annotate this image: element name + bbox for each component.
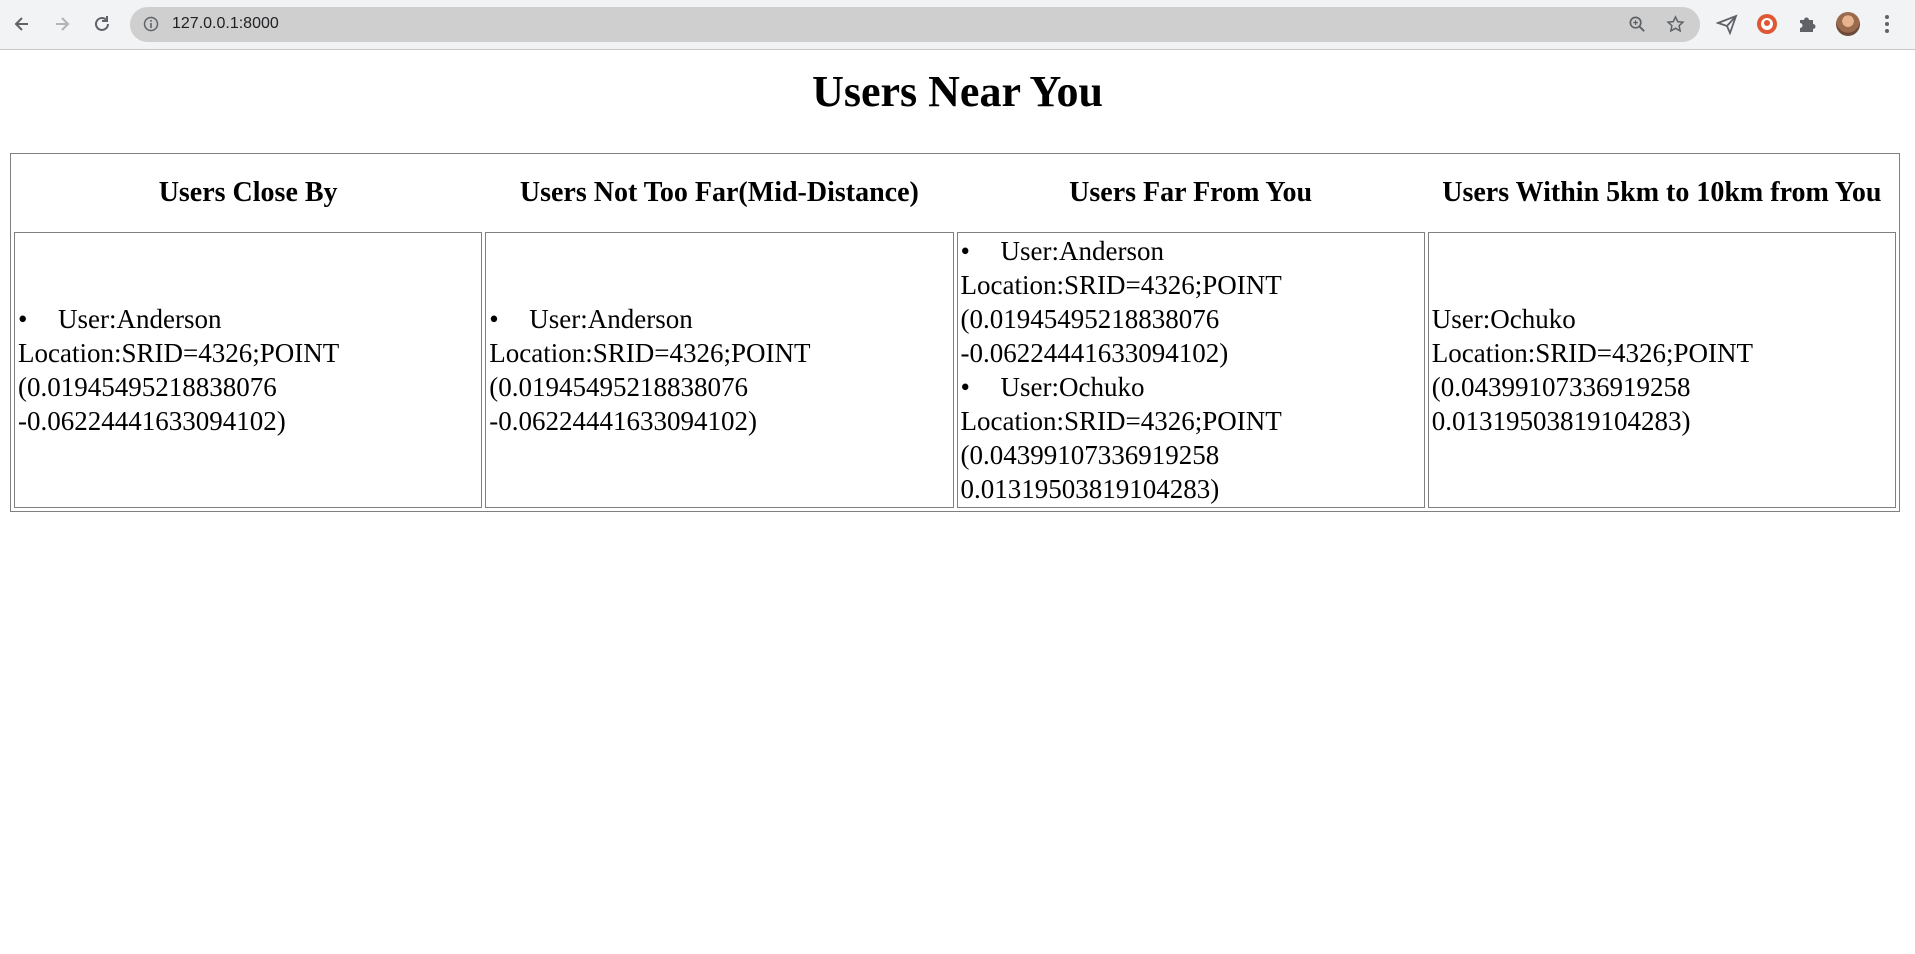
- user-name: User:Anderson: [58, 304, 222, 334]
- user-coord-lat: (0.01945495218838076: [18, 372, 277, 402]
- user-coord-lon: 0.01319503819104283): [1431, 406, 1691, 436]
- list-item: • User:Anderson Location:SRID=4326;POINT …: [489, 302, 949, 438]
- table-row: • User:Anderson Location:SRID=4326;POINT …: [14, 232, 1896, 508]
- cell-5km-10km: User:Ochuko Location:SRID=4326;POINT (0.…: [1427, 232, 1896, 508]
- user-coord-lat: (0.01945495218838076: [489, 372, 748, 402]
- user-location: Location:SRID=4326;POINT: [960, 270, 1282, 300]
- user-list: • User:Anderson Location:SRID=4326;POINT …: [961, 234, 1421, 506]
- bullet-icon: •: [18, 304, 28, 334]
- bookmark-star-icon[interactable]: [1666, 15, 1685, 34]
- send-icon[interactable]: [1716, 13, 1738, 35]
- bullet-icon: •: [960, 372, 970, 402]
- header-mid-distance: Users Not Too Far(Mid-Distance): [519, 177, 919, 208]
- forward-button[interactable]: [47, 9, 77, 39]
- reload-button[interactable]: [87, 9, 117, 39]
- bullet-icon: •: [960, 236, 970, 266]
- user-coord-lon: -0.06224441633094102): [960, 338, 1229, 368]
- cell-close-by: • User:Anderson Location:SRID=4326;POINT …: [14, 232, 483, 508]
- user-list: • User:Anderson Location:SRID=4326;POINT …: [18, 302, 478, 438]
- bullet-icon: •: [489, 304, 499, 334]
- header-5km-10km: Users Within 5km to 10km from You: [1442, 177, 1882, 208]
- user-name: User:Ochuko: [1431, 304, 1576, 334]
- header-far: Users Far From You: [1069, 177, 1313, 208]
- user-coord-lon: -0.06224441633094102): [489, 406, 757, 436]
- zoom-icon[interactable]: [1628, 15, 1647, 34]
- list-item: • User:Anderson Location:SRID=4326;POINT …: [961, 234, 1421, 370]
- user-location: Location:SRID=4326;POINT: [960, 406, 1282, 436]
- url-text[interactable]: 127.0.0.1:8000: [172, 15, 279, 33]
- user-coord-lat: (0.04399107336919258: [1431, 372, 1691, 402]
- duckduckgo-extension-icon[interactable]: [1756, 13, 1778, 35]
- user-location: Location:SRID=4326;POINT: [489, 338, 811, 368]
- back-arrow-icon: [14, 17, 28, 31]
- user-location: Location:SRID=4326;POINT: [18, 338, 340, 368]
- forward-arrow-icon: [56, 17, 70, 31]
- user-name: User:Ochuko: [1000, 372, 1145, 402]
- list-item: • User:Anderson Location:SRID=4326;POINT …: [18, 302, 478, 438]
- user-name: User:Anderson: [1000, 236, 1164, 266]
- reload-icon: [95, 16, 109, 31]
- user-list: • User:Anderson Location:SRID=4326;POINT …: [489, 302, 949, 438]
- menu-kebab-icon[interactable]: [1880, 13, 1894, 35]
- cell-mid-distance: • User:Anderson Location:SRID=4326;POINT …: [485, 232, 954, 508]
- users-table: Users Close By Users Not Too Far(Mid-Dis…: [10, 153, 1900, 512]
- profile-avatar[interactable]: [1836, 12, 1860, 36]
- user-coord-lat: (0.01945495218838076: [960, 304, 1220, 334]
- back-button[interactable]: [7, 9, 37, 39]
- header-close-by: Users Close By: [158, 177, 338, 208]
- user-coord-lat: (0.04399107336919258: [960, 440, 1220, 470]
- list-item: • User:Ochuko Location:SRID=4326;POINT (0…: [961, 370, 1421, 506]
- user-coord-lon: 0.01319503819104283): [960, 474, 1220, 504]
- address-bar[interactable]: 127.0.0.1:8000: [130, 7, 1700, 42]
- user-location: Location:SRID=4326;POINT: [1431, 338, 1753, 368]
- cell-far: • User:Anderson Location:SRID=4326;POINT …: [956, 232, 1425, 508]
- info-icon[interactable]: [143, 16, 159, 32]
- page-title: Users Near You: [812, 67, 1103, 116]
- extensions-puzzle-icon[interactable]: [1796, 13, 1818, 35]
- browser-toolbar: 127.0.0.1:8000: [0, 0, 1915, 50]
- user-coord-lon: -0.06224441633094102): [18, 406, 286, 436]
- list-item: User:Ochuko Location:SRID=4326;POINT (0.…: [1432, 302, 1892, 438]
- user-name: User:Anderson: [529, 304, 693, 334]
- table-header-row: Users Close By Users Not Too Far(Mid-Dis…: [14, 157, 1896, 229]
